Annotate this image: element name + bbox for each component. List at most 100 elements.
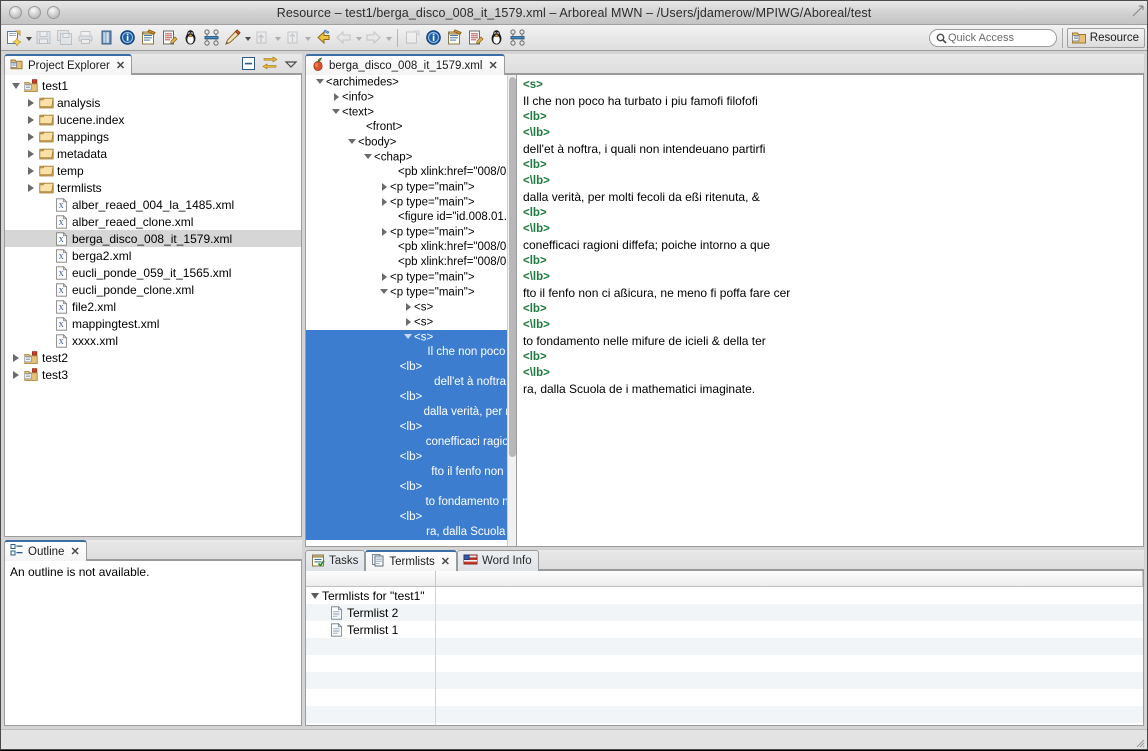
xml-tree-row[interactable]: <info>	[306, 90, 516, 105]
scrollbar-thumb[interactable]	[509, 77, 516, 457]
termlists-row[interactable]: Termlist 1	[306, 621, 1143, 638]
tab-project-explorer[interactable]: Project Explorer ✕	[4, 54, 133, 75]
penguin-icon[interactable]	[180, 27, 201, 49]
project-tree-row[interactable]: metadata	[5, 145, 301, 162]
twisty-closed-icon[interactable]	[24, 133, 37, 141]
project-tree-row[interactable]: Xberga2.xml	[5, 247, 301, 264]
project-tree-row[interactable]: test2	[5, 349, 301, 366]
project-tree[interactable]: test1 analysis lucene.index mappings metadat…	[5, 75, 301, 383]
twisty-closed-icon[interactable]	[24, 150, 37, 158]
project-tree-row[interactable]: analysis	[5, 94, 301, 111]
twisty-closed-icon[interactable]	[378, 180, 390, 195]
tab-word-info[interactable]: Word Info	[457, 550, 539, 571]
project-tree-row[interactable]: lucene.index	[5, 111, 301, 128]
link-with-editor-icon[interactable]	[262, 56, 278, 74]
project-tree-row[interactable]: mappings	[5, 128, 301, 145]
twisty-open-icon[interactable]	[362, 150, 374, 165]
xml-tree-row[interactable]: <pb xlink:href="008/0	[306, 165, 516, 180]
xml-tree-row[interactable]: <s>	[306, 300, 516, 315]
xml-tree-row[interactable]: <p type="main">	[306, 180, 516, 195]
termlists-row[interactable]	[306, 706, 1143, 723]
edit-document2-icon[interactable]	[465, 27, 486, 49]
zoom-button[interactable]	[47, 6, 60, 19]
tab-termlists[interactable]: Termlists ✕	[365, 550, 457, 571]
twisty-open-icon[interactable]	[346, 135, 358, 150]
info-icon[interactable]	[117, 27, 138, 49]
twisty-closed-icon[interactable]	[402, 300, 414, 315]
termlists-row[interactable]: Termlists for "test1"	[306, 587, 1143, 604]
xml-tree-row[interactable]: <front>	[306, 120, 516, 135]
column-header-value[interactable]	[436, 571, 1143, 586]
new-wizard-dropdown-icon[interactable]	[24, 27, 33, 49]
termlists-row[interactable]	[306, 655, 1143, 672]
xml-tree-row[interactable]: <pb xlink:href="008/0	[306, 255, 516, 270]
xml-tree-row[interactable]: dell'et à noftra, i	[306, 375, 516, 390]
twisty-closed-icon[interactable]	[378, 225, 390, 240]
notes2-icon[interactable]	[444, 27, 465, 49]
termlists-row[interactable]	[306, 723, 1143, 725]
xml-tree-row[interactable]: <p type="main">	[306, 285, 516, 300]
xml-tree-row[interactable]: <lb>	[306, 420, 516, 435]
close-icon[interactable]: ✕	[441, 555, 450, 568]
annotate-icon[interactable]	[222, 27, 243, 49]
termlists-row[interactable]: Termlist 2	[306, 604, 1143, 621]
xml-tree-row[interactable]: <pb xlink:href="008/0	[306, 240, 516, 255]
twisty-open-icon[interactable]	[314, 75, 326, 90]
column-header-name[interactable]	[306, 571, 436, 586]
project-tree-row[interactable]: Xalber_reaed_004_la_1485.xml	[5, 196, 301, 213]
xml-tree-row[interactable]: <p type="main">	[306, 195, 516, 210]
project-tree-row[interactable]: Xfile2.xml	[5, 298, 301, 315]
xml-tree-row[interactable]: Il che non poco h	[306, 345, 516, 360]
termlists-row[interactable]	[306, 689, 1143, 706]
xml-tree-row[interactable]: <chap>	[306, 150, 516, 165]
termlists-row[interactable]	[306, 638, 1143, 655]
minimize-button[interactable]	[28, 6, 41, 19]
twisty-open-icon[interactable]	[378, 285, 390, 300]
xml-tree-row[interactable]: <archimedes>	[306, 75, 516, 90]
twisty-closed-icon[interactable]	[9, 371, 22, 379]
info2-icon[interactable]	[423, 27, 444, 49]
xml-tree-row[interactable]: <figure id="id.008.01.0	[306, 210, 516, 225]
twisty-closed-icon[interactable]	[24, 116, 37, 124]
twisty-closed-icon[interactable]	[402, 315, 414, 330]
collapse-all-icon[interactable]	[241, 56, 256, 74]
tab-tasks[interactable]: Tasks	[305, 550, 366, 571]
twisty-open-icon[interactable]	[330, 105, 342, 120]
view-menu-icon[interactable]	[284, 57, 298, 74]
xml-tree-vscrollbar[interactable]	[507, 75, 516, 546]
close-icon[interactable]: ✕	[116, 59, 125, 72]
project-tree-row[interactable]: Xmappingtest.xml	[5, 315, 301, 332]
xml-tree-row[interactable]: conefficaci ragion	[306, 435, 516, 450]
twisty-closed-icon[interactable]	[9, 354, 22, 362]
xml-text-pane[interactable]: <s> Il che non poco ha turbato i piu famo…	[517, 75, 1143, 546]
xml-tree-row[interactable]: <p type="main">	[306, 225, 516, 240]
close-icon[interactable]: ✕	[488, 59, 497, 72]
twisty-closed-icon[interactable]	[24, 99, 37, 107]
project-tree-row[interactable]: test3	[5, 366, 301, 383]
xml-tree-row[interactable]: <s>	[306, 330, 516, 345]
xml-tree-row[interactable]: ra, dalla Scuola d	[306, 525, 516, 540]
project-tree-row[interactable]: temp	[5, 162, 301, 179]
close-icon[interactable]: ✕	[70, 545, 79, 558]
xml-tree-row[interactable]: <lb>	[306, 450, 516, 465]
project-tree-row[interactable]: test1	[5, 77, 301, 94]
hierarchy2-icon[interactable]	[507, 27, 528, 49]
termlists-rows[interactable]: Termlists for "test1" Termlist 2 Termlist …	[306, 587, 1143, 725]
xml-tree-row[interactable]: <p type="main">	[306, 270, 516, 285]
xml-tree-pane[interactable]: <archimedes> <info> <text> <front> <body> <ch…	[306, 75, 517, 546]
edit-document-icon[interactable]	[159, 27, 180, 49]
xml-tree-row[interactable]: to fondamento ne	[306, 495, 516, 510]
twisty-open-icon[interactable]	[402, 330, 414, 345]
perspective-resource-button[interactable]: Resource	[1066, 28, 1145, 48]
twisty-open-icon[interactable]	[9, 83, 22, 89]
twisty-open-icon[interactable]	[306, 593, 320, 599]
xml-tree-row[interactable]: dalla verità, per m	[306, 405, 516, 420]
project-tree-row[interactable]: Xxxxx.xml	[5, 332, 301, 349]
status-resize-grip-icon[interactable]	[1133, 736, 1145, 748]
close-button[interactable]	[9, 6, 22, 19]
twisty-closed-icon[interactable]	[330, 90, 342, 105]
annotate-dropdown-icon[interactable]	[243, 27, 252, 49]
tab-outline[interactable]: Outline ✕	[4, 540, 87, 561]
xml-tree-row[interactable]: <text>	[306, 105, 516, 120]
new-wizard-icon[interactable]	[3, 27, 24, 49]
